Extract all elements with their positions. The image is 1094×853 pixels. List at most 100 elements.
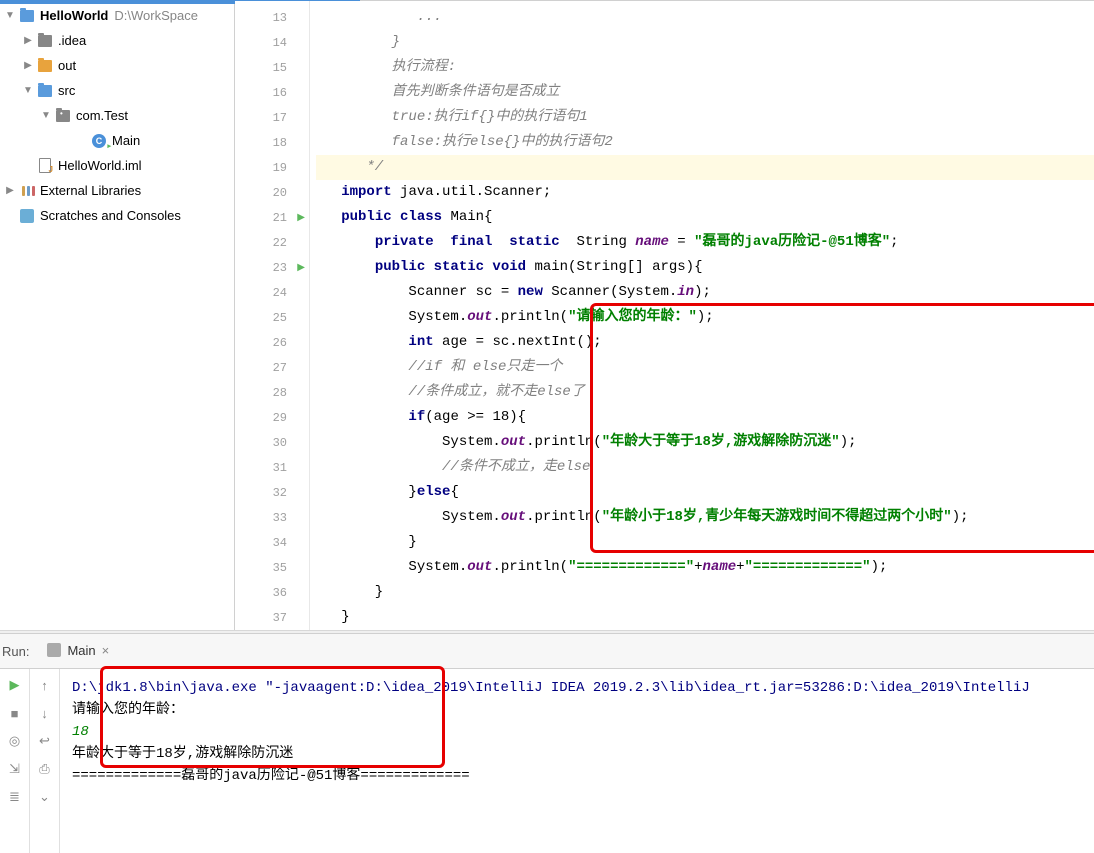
close-icon[interactable]: × [102, 643, 110, 658]
chevron-right-icon[interactable]: ▶ [2, 185, 18, 196]
console-cmd-line: D:\jdk1.8\bin\java.exe "-javaagent:D:\id… [72, 677, 1082, 699]
gutter-line[interactable]: 22 [235, 230, 309, 255]
trash-icon[interactable]: ⌄ [35, 787, 55, 807]
folder-icon [18, 7, 36, 25]
console-line: 请输入您的年龄： [72, 699, 1082, 721]
up-icon[interactable]: ↑ [35, 675, 55, 695]
rerun-icon[interactable]: ▶ [5, 675, 25, 695]
chevron-down-icon[interactable]: ▼ [38, 110, 54, 121]
console-output[interactable]: D:\jdk1.8\bin\java.exe "-javaagent:D:\id… [60, 669, 1094, 853]
chevron-right-icon[interactable]: ▶ [20, 35, 36, 46]
code-line[interactable]: ... [316, 5, 1094, 30]
code-line[interactable]: if(age >= 18){ [316, 405, 1094, 430]
exit-icon[interactable]: ⇲ [5, 759, 25, 779]
folder-icon [36, 82, 54, 100]
gutter-line[interactable]: 30 [235, 430, 309, 455]
gutter-line[interactable]: 34 [235, 530, 309, 555]
tree-item-label: Main [112, 133, 140, 148]
code-line[interactable]: //条件不成立，走else [316, 455, 1094, 480]
tree-item-com-test[interactable]: ▼com.Test [0, 103, 234, 128]
code-line[interactable]: false:执行else{}中的执行语句2 [316, 130, 1094, 155]
tree-item-helloworld-iml[interactable]: ▶HelloWorld.iml [0, 153, 234, 178]
code-line[interactable]: //条件成立，就不走else了 [316, 380, 1094, 405]
gutter-line[interactable]: 16 [235, 80, 309, 105]
panel-accent [0, 1, 235, 4]
code-line[interactable]: } [316, 605, 1094, 630]
gutter-line[interactable]: 18 [235, 130, 309, 155]
chevron-down-icon[interactable]: ▼ [2, 10, 18, 21]
gutter-line[interactable]: 31 [235, 455, 309, 480]
gutter-line[interactable]: 33 [235, 505, 309, 530]
gutter-line[interactable]: 32 [235, 480, 309, 505]
code-line[interactable]: Scanner sc = new Scanner(System.in); [316, 280, 1094, 305]
print-icon[interactable]: ⎙ [35, 759, 55, 779]
code-line[interactable]: //if 和 else只走一个 [316, 355, 1094, 380]
code-line[interactable]: public class Main{ [316, 205, 1094, 230]
gutter-line[interactable]: 14 [235, 30, 309, 55]
gutter-line[interactable]: 26 [235, 330, 309, 355]
code-line[interactable]: public static void main(String[] args){ [316, 255, 1094, 280]
gutter-line[interactable]: 27 [235, 355, 309, 380]
code-area[interactable]: ... } 执行流程: 首先判断条件语句是否成立 true:执行if{}中的执行… [310, 1, 1094, 630]
run-line-icon[interactable]: ▶ [297, 262, 305, 274]
gutter-line[interactable]: 20 [235, 180, 309, 205]
code-line[interactable]: System.out.println("============="+name+… [316, 555, 1094, 580]
code-line[interactable]: private final static String name = "磊哥的j… [316, 230, 1094, 255]
gutter-line[interactable]: 23▶ [235, 255, 309, 280]
project-tree: ▼ HelloWorld D:\WorkSpace ▶ .idea ▶out▼src… [0, 1, 234, 228]
class-icon: C [90, 132, 108, 150]
scratch-icon [18, 207, 36, 225]
stop-icon[interactable]: ■ [5, 703, 25, 723]
library-icon [18, 182, 36, 200]
code-line[interactable]: System.out.println("请输入您的年龄："); [316, 305, 1094, 330]
code-line[interactable]: } [316, 530, 1094, 555]
wrap-icon[interactable]: ↩ [35, 731, 55, 751]
console-line: 年龄大于等于18岁,游戏解除防沉迷 [72, 743, 1082, 765]
code-line[interactable]: 首先判断条件语句是否成立 [316, 80, 1094, 105]
tree-item--idea[interactable]: ▶ .idea [0, 28, 234, 53]
gutter-line[interactable]: 17 [235, 105, 309, 130]
tree-item-src[interactable]: ▼src [0, 78, 234, 103]
gutter-line[interactable]: 36 [235, 580, 309, 605]
camera-icon[interactable]: ◎ [5, 731, 25, 751]
code-line[interactable]: } [316, 30, 1094, 55]
gutter-line[interactable]: 28 [235, 380, 309, 405]
gutter-line[interactable]: 29 [235, 405, 309, 430]
code-line[interactable]: 执行流程: [316, 55, 1094, 80]
code-line[interactable]: System.out.println("年龄大于等于18岁,游戏解除防沉迷"); [316, 430, 1094, 455]
editor-gutter[interactable]: 131415161718192021▶2223▶2425262728293031… [235, 1, 310, 630]
code-line[interactable]: */ [316, 155, 1094, 180]
gutter-line[interactable]: 24 [235, 280, 309, 305]
console-input-line: 18 [72, 721, 1082, 743]
tree-item-main[interactable]: ▶CMain [0, 128, 234, 153]
project-root[interactable]: ▼ HelloWorld D:\WorkSpace [0, 3, 234, 28]
code-line[interactable]: System.out.println("年龄小于18岁,青少年每天游戏时间不得超… [316, 505, 1094, 530]
gutter-line[interactable]: 37 [235, 605, 309, 630]
folder-icon [54, 107, 72, 125]
run-tab-main[interactable]: Main × [39, 639, 117, 664]
gutter-line[interactable]: 13 [235, 5, 309, 30]
gutter-line[interactable]: 25 [235, 305, 309, 330]
run-tab-bar: Run: Main × [0, 633, 1094, 669]
gutter-line[interactable]: 21▶ [235, 205, 309, 230]
external-libraries[interactable]: ▶ External Libraries [0, 178, 234, 203]
console-panel: ▶ ■ ◎ ⇲ ≣ ↑ ↓ ↩ ⎙ ⌄ D:\jdk1.8\bin\java.e… [0, 669, 1094, 853]
code-line[interactable]: true:执行if{}中的执行语句1 [316, 105, 1094, 130]
down-icon[interactable]: ↓ [35, 703, 55, 723]
gutter-line[interactable]: 19 [235, 155, 309, 180]
code-line[interactable]: import java.util.Scanner; [316, 180, 1094, 205]
tree-item-label: .idea [58, 33, 86, 48]
file-icon [36, 157, 54, 175]
code-line[interactable]: } [316, 580, 1094, 605]
scratches-consoles[interactable]: ▶ Scratches and Consoles [0, 203, 234, 228]
code-line[interactable]: int age = sc.nextInt(); [316, 330, 1094, 355]
gutter-line[interactable]: 35 [235, 555, 309, 580]
project-tree-panel: ▼ HelloWorld D:\WorkSpace ▶ .idea ▶out▼src… [0, 1, 235, 630]
run-line-icon[interactable]: ▶ [297, 212, 305, 224]
tree-item-out[interactable]: ▶out [0, 53, 234, 78]
chevron-down-icon[interactable]: ▼ [20, 85, 36, 96]
code-line[interactable]: }else{ [316, 480, 1094, 505]
layout-icon[interactable]: ≣ [5, 787, 25, 807]
gutter-line[interactable]: 15 [235, 55, 309, 80]
chevron-right-icon[interactable]: ▶ [20, 60, 36, 71]
